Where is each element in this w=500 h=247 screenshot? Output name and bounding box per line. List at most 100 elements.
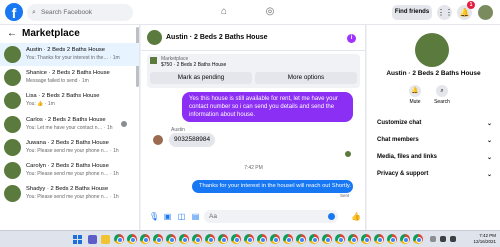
conversation-item[interactable]: Carlos · 2 Beds 2 Baths House You: Let m…: [0, 113, 139, 136]
outgoing-message[interactable]: Yes this house is still available for re…: [182, 92, 353, 122]
menu-privacy-support[interactable]: Privacy & support ⌄: [377, 171, 492, 178]
listing-thumbnail: [4, 138, 21, 156]
more-options-button[interactable]: More options: [255, 72, 357, 84]
search-label: Search: [434, 99, 450, 105]
chrome-icon[interactable]: [257, 234, 267, 244]
marketplace-listing-card: Marketplace $750 · 2 Beds 2 Baths House …: [147, 54, 360, 88]
back-arrow-icon[interactable]: ←: [7, 28, 17, 39]
conversation-name: Juwana · 2 Beds 2 Baths House: [26, 139, 109, 146]
listing-price: $750 · 2 Beds 2 Baths House: [161, 62, 227, 68]
panel-title-text: Marketplace: [22, 28, 80, 39]
search-input[interactable]: ⌕ Search Facebook: [27, 4, 133, 21]
menu-chat-members[interactable]: Chat members ⌄: [377, 137, 492, 144]
thumbs-up-icon[interactable]: 👍: [351, 212, 361, 221]
chrome-icon[interactable]: [244, 234, 254, 244]
chrome-icon[interactable]: [283, 234, 293, 244]
conversation-preview: You: Let me have your contact n… · 1h: [26, 124, 113, 131]
sticker-icon[interactable]: ◫: [177, 212, 186, 221]
chrome-icon[interactable]: [205, 234, 215, 244]
chrome-icon[interactable]: [231, 234, 241, 244]
chrome-icon[interactable]: [140, 234, 150, 244]
chrome-icon[interactable]: [270, 234, 280, 244]
listing-thumbnail: [4, 92, 21, 110]
chevron-down-icon: ⌄: [486, 138, 492, 144]
chrome-icon[interactable]: [296, 234, 306, 244]
chrome-icon[interactable]: [335, 234, 345, 244]
task-view-icon[interactable]: [88, 235, 97, 244]
message-timestamp: 7:42 PM: [244, 165, 263, 171]
system-clock[interactable]: 7:42 PM 12/16/2021: [462, 233, 496, 245]
search-icon: ⌕: [32, 9, 36, 16]
chrome-icon[interactable]: [322, 234, 332, 244]
conversation-item[interactable]: Lisa · 2 Beds 2 Baths House You: 👍 · 1m: [0, 89, 139, 112]
conversation-name: Lisa · 2 Beds 2 Baths House: [26, 93, 100, 100]
incoming-message[interactable]: 9032588984: [169, 133, 216, 147]
chat-details-panel: Austin · 2 Beds 2 Baths House 🔔 Mute ⌕ S…: [367, 25, 500, 230]
seen-avatar: [345, 151, 351, 157]
chrome-icon[interactable]: [192, 234, 202, 244]
conversation-preview: You: Please send me your phone n… · 1h: [26, 170, 119, 177]
sender-avatar[interactable]: [153, 135, 163, 145]
home-icon[interactable]: ⌂: [217, 5, 231, 19]
info-icon[interactable]: i: [347, 34, 356, 43]
chrome-icon[interactable]: [114, 234, 124, 244]
sent-status: Sent: [340, 193, 350, 198]
facebook-logo[interactable]: f: [5, 3, 23, 21]
message-input[interactable]: Aa: [204, 210, 338, 223]
conversation-item[interactable]: Shanice · 2 Beds 2 Baths House Message f…: [0, 66, 139, 89]
chrome-icon[interactable]: [179, 234, 189, 244]
conversation-item[interactable]: Shadyy · 2 Beds 2 Baths House You: Pleas…: [0, 182, 139, 205]
chrome-icon[interactable]: [127, 234, 137, 244]
chat-title[interactable]: Austin · 2 Beds 2 Baths House: [166, 34, 268, 41]
conversation-item[interactable]: Juwana · 2 Beds 2 Baths House You: Pleas…: [0, 136, 139, 159]
menu-customize-chat[interactable]: Customize chat ⌄: [377, 120, 492, 127]
conversation-name: Carlos · 2 Beds 2 Baths House: [26, 116, 106, 123]
menu-grid-icon[interactable]: ⋮⋮: [437, 5, 453, 20]
groups-icon[interactable]: ◎: [263, 5, 277, 19]
conversation-list: Austin · 2 Beds 2 Baths House You: Thank…: [0, 43, 139, 205]
tray-chevron-icon[interactable]: [430, 236, 436, 242]
conversation-list-panel: ← Marketplace Austin · 2 Beds 2 Baths Hou…: [0, 25, 140, 230]
photo-icon[interactable]: ▣: [163, 212, 172, 221]
search-placeholder: Search Facebook: [41, 9, 92, 16]
mute-button[interactable]: 🔔 Mute: [403, 85, 427, 105]
emoji-icon[interactable]: [328, 213, 335, 220]
chrome-icon[interactable]: [413, 234, 423, 244]
outgoing-message[interactable]: Thanks for your interest in the houseI w…: [192, 180, 353, 193]
file-explorer-icon[interactable]: [101, 235, 110, 244]
listing-thumbnail[interactable]: [147, 30, 162, 45]
conversation-preview: Message failed to send · 1m: [26, 78, 89, 85]
menu-media-files-links[interactable]: Media, files and links ⌄: [377, 154, 492, 161]
panel-title: ← Marketplace: [7, 28, 80, 39]
microphone-icon[interactable]: 🎙: [149, 212, 159, 221]
chrome-icon[interactable]: [387, 234, 397, 244]
account-avatar[interactable]: [478, 5, 493, 20]
search-icon: ⌕: [436, 85, 448, 97]
chrome-icon[interactable]: [309, 234, 319, 244]
notification-badge: 1: [467, 1, 475, 9]
listing-thumbnail: [4, 115, 21, 133]
find-friends-button[interactable]: Find friends: [392, 5, 432, 20]
seen-avatar: [121, 120, 127, 127]
search-conversation-button[interactable]: ⌕ Search: [430, 85, 454, 105]
conversation-item[interactable]: Austin · 2 Beds 2 Baths House You: Thank…: [0, 43, 139, 67]
listing-thumbnail: [4, 161, 21, 179]
windows-taskbar: 7:42 PM 12/16/2021: [0, 230, 500, 247]
mark-as-pending-button[interactable]: Mark as pending: [150, 72, 252, 84]
gif-icon[interactable]: ▤: [191, 212, 200, 221]
chrome-icon[interactable]: [348, 234, 358, 244]
conversation-item[interactable]: Carolyn · 2 Beds 2 Baths House You: Plea…: [0, 159, 139, 182]
chrome-icon[interactable]: [153, 234, 163, 244]
windows-start-icon[interactable]: [73, 235, 82, 244]
chrome-icon[interactable]: [166, 234, 176, 244]
listing-avatar[interactable]: [415, 33, 449, 67]
chrome-icon[interactable]: [218, 234, 228, 244]
listing-thumbnail: [150, 57, 157, 64]
chrome-icon[interactable]: [361, 234, 371, 244]
volume-icon[interactable]: [450, 236, 456, 242]
details-title: Austin · 2 Beds 2 Baths House: [386, 70, 481, 77]
listing-thumbnail: [4, 46, 21, 63]
chrome-icon[interactable]: [374, 234, 384, 244]
chrome-icon[interactable]: [400, 234, 410, 244]
wifi-icon[interactable]: [440, 236, 446, 242]
